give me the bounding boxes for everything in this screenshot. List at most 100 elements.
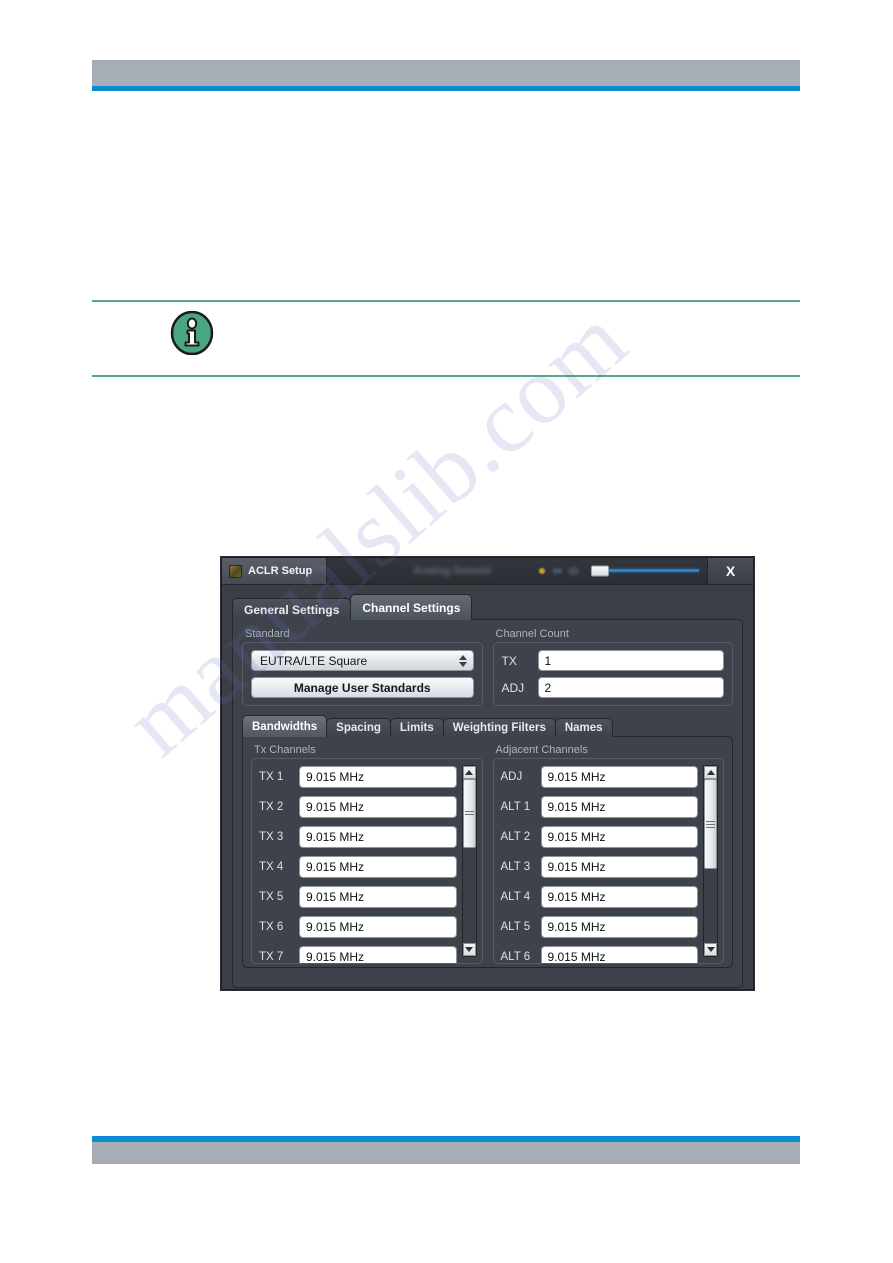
tx-channels-group: Tx Channels TX 1 9.015 MHz TX 2 9.015 MH… [251, 744, 483, 964]
list-item: ALT 5 9.015 MHz [500, 915, 698, 938]
status-indicator-icon [553, 568, 563, 574]
subtab-limits[interactable]: Limits [389, 718, 444, 737]
tx-channels-group-label: Tx Channels [254, 744, 316, 756]
channel-bandwidth-input[interactable]: 9.015 MHz [540, 915, 698, 938]
adjacent-channels-scrollbar[interactable] [703, 765, 718, 957]
scroll-up-button[interactable] [462, 766, 476, 779]
standard-group: Standard EUTRA/LTE Square Manage User St… [242, 628, 483, 706]
channel-settings-panel: Standard EUTRA/LTE Square Manage User St… [232, 619, 743, 988]
channel-label: ALT 6 [500, 950, 531, 963]
channel-bandwidth-input[interactable]: 9.015 MHz [540, 765, 698, 788]
scroll-down-button[interactable] [704, 943, 717, 956]
list-item: TX 2 9.015 MHz [259, 795, 457, 818]
dialog-title: ACLR Setup [248, 565, 313, 577]
channel-label: TX 4 [259, 860, 284, 873]
channel-bandwidth-input[interactable]: 9.015 MHz [299, 765, 457, 788]
channels-row: Tx Channels TX 1 9.015 MHz TX 2 9.015 MH… [251, 744, 724, 964]
channel-label: TX 6 [259, 920, 284, 933]
channel-label: ADJ [500, 770, 523, 783]
channel-count-group-label: Channel Count [495, 628, 569, 640]
channel-bandwidth-input[interactable]: 9.015 MHz [299, 795, 457, 818]
list-item: ALT 6 9.015 MHz [500, 945, 698, 963]
slider-handle[interactable] [591, 565, 609, 577]
tx-channels-list: TX 1 9.015 MHz TX 2 9.015 MHz TX 3 9.015… [259, 765, 457, 963]
channel-label: ALT 3 [500, 860, 531, 873]
background-window-strip: Analog Demod [327, 558, 707, 584]
standard-select[interactable]: EUTRA/LTE Square [251, 650, 474, 671]
dialog-title-tab[interactable]: ACLR Setup [222, 558, 328, 584]
channel-label: ALT 2 [500, 830, 531, 843]
list-item: TX 1 9.015 MHz [259, 765, 457, 788]
subtab-names[interactable]: Names [554, 718, 613, 737]
channel-label: TX 3 [259, 830, 284, 843]
scroll-thumb[interactable] [704, 779, 717, 870]
channel-bandwidth-input[interactable]: 9.015 MHz [299, 825, 457, 848]
channel-bandwidth-input[interactable]: 9.015 MHz [540, 855, 698, 878]
channel-bandwidth-input[interactable]: 9.015 MHz [299, 885, 457, 908]
scroll-track[interactable] [704, 779, 717, 943]
scroll-up-button[interactable] [704, 766, 717, 779]
scroll-track[interactable] [462, 779, 476, 943]
info-icon [170, 310, 214, 356]
channel-bandwidth-input[interactable]: 9.015 MHz [540, 945, 698, 963]
adjacent-channels-group-label: Adjacent Channels [495, 744, 588, 756]
scroll-down-button[interactable] [462, 943, 476, 956]
channel-count-group: Channel Count TX 1 ADJ 2 [492, 628, 733, 706]
subtab-bandwidths[interactable]: Bandwidths [242, 715, 328, 737]
note-top-rule [92, 300, 800, 302]
tx-count-label: TX [501, 653, 517, 668]
scroll-thumb[interactable] [462, 779, 476, 848]
list-item: TX 5 9.015 MHz [259, 885, 457, 908]
channel-label: TX 1 [259, 770, 284, 783]
tab-general-settings[interactable]: General Settings [232, 598, 352, 620]
application-icon [229, 564, 242, 578]
sub-tab-bar: Bandwidths Spacing Limits Weighting Filt… [242, 715, 733, 737]
titlebar-slider[interactable] [591, 565, 699, 577]
adjacent-channels-group: Adjacent Channels ADJ 9.015 MHz ALT 1 9.… [492, 744, 724, 964]
channel-count-group-frame: TX 1 ADJ 2 [492, 642, 733, 706]
list-item: TX 4 9.015 MHz [259, 855, 457, 878]
channel-bandwidth-input[interactable]: 9.015 MHz [299, 915, 457, 938]
channel-bandwidth-input[interactable]: 9.015 MHz [299, 855, 457, 878]
channel-label: ALT 4 [500, 890, 531, 903]
channel-label: TX 5 [259, 890, 284, 903]
adj-count-input[interactable]: 2 [537, 677, 724, 698]
list-item: ALT 3 9.015 MHz [500, 855, 698, 878]
list-item: TX 7 9.015 MHz [259, 945, 457, 963]
standard-selected-value: EUTRA/LTE Square [260, 653, 368, 668]
manage-user-standards-button[interactable]: Manage User Standards [251, 677, 474, 698]
tx-count-row: TX 1 [501, 650, 724, 671]
note-bottom-rule [92, 375, 800, 377]
page-header-accent-rule [92, 86, 800, 91]
tx-channels-frame: TX 1 9.015 MHz TX 2 9.015 MHz TX 3 9.015… [251, 758, 483, 964]
channel-label: TX 2 [259, 800, 284, 813]
tab-channel-settings[interactable]: Channel Settings [350, 594, 473, 620]
list-item: ADJ 9.015 MHz [500, 765, 698, 788]
close-button[interactable]: X [707, 558, 753, 584]
channel-bandwidth-input[interactable]: 9.015 MHz [540, 795, 698, 818]
list-item: ALT 2 9.015 MHz [500, 825, 698, 848]
tx-channels-scrollbar[interactable] [461, 765, 477, 957]
channel-bandwidth-input[interactable]: 9.015 MHz [299, 945, 457, 963]
background-window-title: Analog Demod [413, 565, 491, 577]
channel-label: TX 7 [259, 950, 284, 963]
tx-count-input[interactable]: 1 [537, 650, 724, 671]
list-item: ALT 1 9.015 MHz [501, 795, 698, 818]
adjacent-channels-list: ADJ 9.015 MHz ALT 1 9.015 MHz ALT 2 9.01… [500, 765, 698, 963]
list-item: TX 6 9.015 MHz [259, 915, 457, 938]
subtab-weighting-filters[interactable]: Weighting Filters [442, 718, 556, 737]
subtab-spacing[interactable]: Spacing [326, 718, 391, 737]
channel-bandwidth-input[interactable]: 9.015 MHz [540, 825, 698, 848]
dialog-body: General Settings Channel Settings Standa… [222, 585, 753, 989]
grip-icon [706, 819, 715, 830]
top-groups-row: Standard EUTRA/LTE Square Manage User St… [242, 628, 733, 706]
channel-label: ALT 5 [500, 920, 531, 933]
standard-group-label: Standard [245, 628, 290, 640]
channel-bandwidth-input[interactable]: 9.015 MHz [540, 885, 698, 908]
list-item: ALT 4 9.015 MHz [500, 885, 698, 908]
adj-count-label: ADJ [501, 680, 525, 695]
grip-icon [464, 809, 474, 817]
main-tab-bar: General Settings Channel Settings [232, 594, 743, 620]
dialog-titlebar: ACLR Setup Analog Demod X [222, 558, 753, 585]
aclr-setup-dialog: ACLR Setup Analog Demod X General Settin… [221, 557, 754, 990]
